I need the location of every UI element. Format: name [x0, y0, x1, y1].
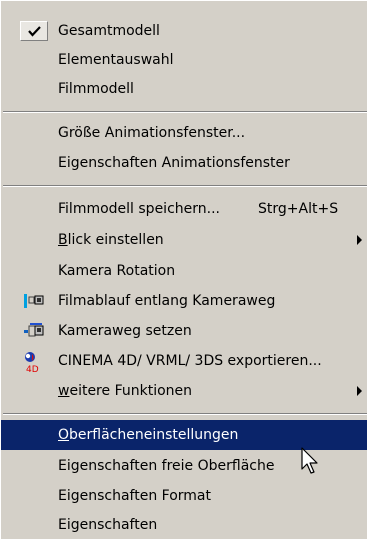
menu-item-label: Kamera Rotation	[58, 263, 176, 279]
mnemonic-letter: B	[58, 232, 68, 248]
menu-item-blick-einstellen[interactable]: Blick einstellen	[1, 225, 367, 255]
menu-separator	[3, 111, 367, 113]
menu-item-label: Eigenschaften Format	[58, 488, 211, 504]
menu-item-label-rest: eitere Funktionen	[69, 383, 193, 399]
menu-item-label: Oberflächeneinstellungen	[58, 427, 238, 443]
menu-item-eigenschaften-animationsfenster[interactable]: Eigenschaften Animationsfenster	[1, 148, 367, 178]
menu-item-label: Größe Animationsfenster...	[58, 125, 246, 141]
menu-item-shortcut: Strg+Alt+S	[258, 201, 339, 217]
checkmark-icon	[20, 21, 48, 41]
menu-item-label: Blick einstellen	[58, 232, 164, 248]
menu-item-filmmodell-speichern[interactable]: Filmmodell speichern... Strg+Alt+S	[1, 194, 367, 224]
menu-item-label: Kameraweg setzen	[58, 323, 192, 339]
menu-item-label: Filmmodell	[58, 81, 134, 97]
menu-item-label: Eigenschaften freie Oberfläche	[58, 458, 275, 474]
submenu-arrow-icon	[357, 235, 362, 245]
context-menu: Gesamtmodell Elementauswahl Filmmodell G…	[0, 0, 367, 539]
menu-item-elementauswahl[interactable]: Elementauswahl	[1, 45, 367, 75]
menu-item-label-rest: berflächeneinstellungen	[69, 427, 239, 443]
menu-item-label: Eigenschaften Animationsfenster	[58, 155, 290, 171]
menu-item-label: Filmablauf entlang Kameraweg	[58, 293, 276, 309]
menu-item-filmablauf-kameraweg[interactable]: Filmablauf entlang Kameraweg	[1, 286, 367, 316]
menu-item-label: weitere Funktionen	[58, 383, 192, 399]
menu-item-kamera-rotation[interactable]: Kamera Rotation	[1, 256, 367, 286]
cinema4d-export-icon: 4D	[23, 351, 45, 375]
camera-path-icon	[23, 291, 45, 311]
camera-set-icon	[23, 321, 45, 341]
menu-item-cinema4d-export[interactable]: 4D CINEMA 4D/ VRML/ 3DS exportieren...	[1, 346, 367, 376]
menu-item-label: Elementauswahl	[58, 52, 174, 68]
menu-item-eigenschaften[interactable]: Eigenschaften	[1, 510, 367, 539]
menu-item-label: CINEMA 4D/ VRML/ 3DS exportieren...	[58, 353, 322, 369]
menu-item-kameraweg-setzen[interactable]: Kameraweg setzen	[1, 316, 367, 346]
menu-item-weitere-funktionen[interactable]: weitere Funktionen	[1, 376, 367, 406]
menu-item-label: Eigenschaften	[58, 517, 158, 533]
menu-item-label: Filmmodell speichern...	[58, 201, 220, 217]
menu-item-eigenschaften-format[interactable]: Eigenschaften Format	[1, 481, 367, 511]
mnemonic-letter: w	[58, 383, 70, 399]
mnemonic-letter: O	[58, 427, 70, 443]
menu-separator	[3, 185, 367, 187]
menu-item-gesamtmodell[interactable]: Gesamtmodell	[1, 16, 367, 46]
menu-item-label: Gesamtmodell	[58, 23, 160, 39]
svg-text:4D: 4D	[26, 365, 39, 373]
menu-item-filmmodell[interactable]: Filmmodell	[1, 74, 367, 104]
submenu-arrow-icon	[357, 386, 362, 396]
menu-item-groesse-animationsfenster[interactable]: Größe Animationsfenster...	[1, 118, 367, 148]
menu-item-label-rest: lick einstellen	[67, 232, 164, 248]
mouse-pointer-icon	[301, 447, 323, 477]
menu-item-oberflaecheneinstellungen[interactable]: Oberflächeneinstellungen	[1, 420, 367, 450]
menu-separator	[3, 413, 367, 415]
